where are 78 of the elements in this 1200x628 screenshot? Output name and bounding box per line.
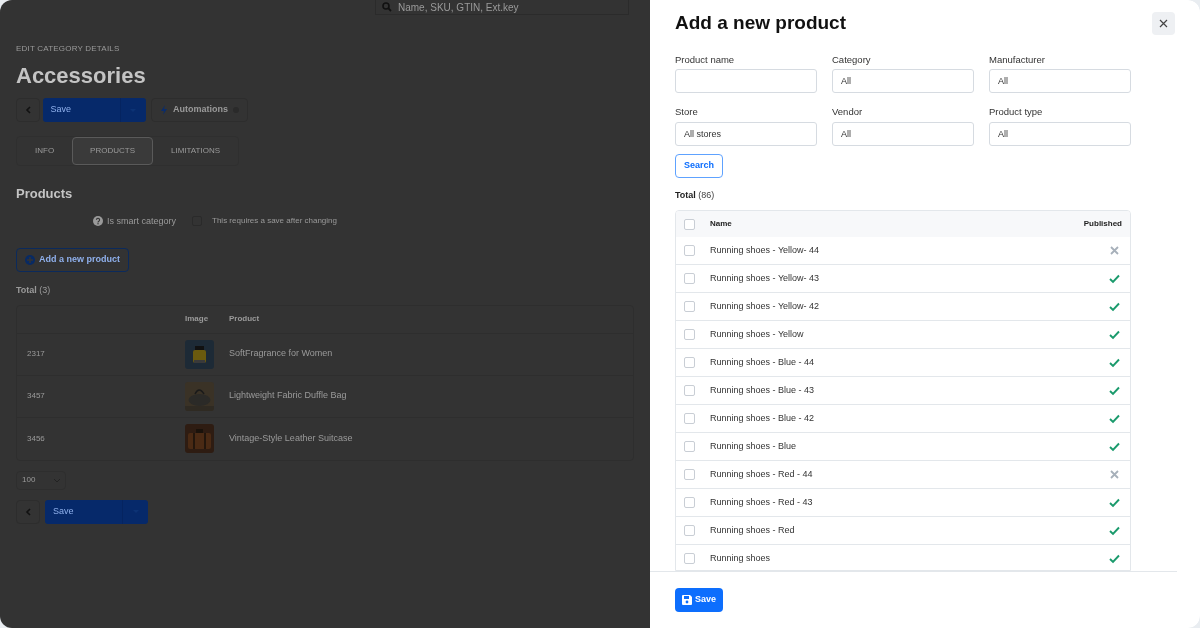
- row-checkbox[interactable]: [684, 441, 695, 452]
- table-cell-text: Running shoes - Blue: [710, 439, 798, 453]
- save-button[interactable]: Save: [42, 98, 146, 122]
- search-field[interactable]: Name, SKU, GTIN, Ext.key: [375, 0, 629, 15]
- row-checkbox[interactable]: [684, 273, 695, 284]
- total-count: (3): [39, 284, 51, 297]
- total-label: Total: [675, 188, 696, 202]
- table-cell-text: Running shoes - Yellow- 42: [710, 299, 821, 313]
- row-checkbox[interactable]: [684, 357, 695, 368]
- page-size-select[interactable]: 100: [16, 470, 66, 490]
- field-label: Store: [675, 105, 699, 120]
- input-field[interactable]: All: [989, 69, 1131, 94]
- row-checkbox[interactable]: [684, 469, 695, 480]
- save-button[interactable]: Save: [45, 499, 148, 524]
- row-checkbox[interactable]: [684, 301, 695, 312]
- table-cell-text: Running shoes - Blue - 43: [710, 383, 816, 397]
- table-cell-text: Running shoes - Blue - 42: [710, 411, 816, 425]
- add-product-button[interactable]: Add a new product: [16, 248, 129, 272]
- chevron-left-icon: [24, 507, 32, 516]
- table-cell: Lightweight Fabric Duffle Bag: [229, 389, 347, 403]
- table-cell-text: 3456: [26, 432, 46, 445]
- breadcrumb: EDIT CATEGORY DETAILS: [16, 43, 121, 55]
- page-title: Accessories: [16, 62, 147, 90]
- table-cell-text: Running shoes - Yellow: [710, 327, 805, 341]
- input-field[interactable]: All: [832, 69, 974, 94]
- close-icon: [1159, 19, 1168, 28]
- table-cell-text: Running shoes - Yellow- 44: [710, 243, 821, 257]
- table-cell-text: 2317: [26, 348, 46, 360]
- column-header: Published: [1083, 218, 1122, 230]
- back-button[interactable]: [16, 499, 40, 524]
- row-checkbox[interactable]: [684, 525, 695, 536]
- table-cell-text: Vintage-Style Leather Suitcase: [229, 431, 353, 445]
- input-field[interactable]: All stores: [675, 121, 817, 146]
- input-field[interactable]: All: [832, 121, 974, 146]
- row-checkbox[interactable]: [684, 329, 695, 340]
- search-button[interactable]: Search: [675, 153, 724, 178]
- table-cell-text: Running shoes - Yellow- 43: [710, 271, 821, 285]
- table-cell-text: Running shoes - Red - 43: [710, 495, 814, 509]
- section-title: Products: [16, 185, 74, 203]
- total-label: Total: [16, 284, 37, 297]
- table-cell-text: Running shoes - Blue - 44: [710, 355, 816, 369]
- plus-circle-icon: [25, 255, 35, 265]
- table-cell-text: Running shoes: [710, 551, 772, 565]
- close-button[interactable]: [1152, 12, 1175, 35]
- row-checkbox[interactable]: [684, 497, 695, 508]
- input-field[interactable]: [675, 69, 817, 94]
- chevron-left-icon: [24, 106, 32, 114]
- field-label: Product name: [675, 53, 736, 67]
- column-header: Name: [710, 218, 733, 230]
- row-checkbox[interactable]: [684, 553, 695, 564]
- table-cell: SoftFragrance for Women: [229, 347, 333, 361]
- field-label: Product type: [989, 105, 1044, 120]
- field-label: Manufacturer: [989, 53, 1046, 67]
- panel-title: Add a new product: [675, 12, 846, 35]
- back-button[interactable]: [16, 98, 40, 122]
- tab[interactable]: PRODUCTS: [72, 137, 153, 165]
- save-button[interactable]: Save: [675, 588, 724, 612]
- column-header: Image: [185, 313, 210, 325]
- table-cell-text: Running shoes - Red: [710, 523, 796, 537]
- field-label: Category: [832, 53, 872, 67]
- search-icon: [382, 2, 392, 12]
- tab[interactable]: INFO: [17, 137, 73, 165]
- tab[interactable]: LIMITATIONS: [153, 137, 239, 165]
- table-cell-text: Running shoes - Red - 44: [710, 467, 814, 481]
- field-label: Is smart category: [107, 214, 177, 228]
- column-header: Product: [229, 313, 260, 325]
- row-checkbox[interactable]: [684, 413, 695, 424]
- select-all-checkbox[interactable]: [684, 218, 695, 230]
- input-field[interactable]: All: [989, 121, 1131, 146]
- lightning-icon: [160, 105, 168, 115]
- hint-text: This requires a save after changing: [212, 215, 337, 228]
- field-label: Vendor: [832, 105, 864, 120]
- row-checkbox[interactable]: [684, 245, 695, 256]
- row-checkbox[interactable]: [684, 385, 695, 396]
- total-count: (86): [698, 188, 715, 202]
- automations-button[interactable]: Automations: [151, 98, 248, 122]
- table-cell-text: 3457: [26, 390, 46, 402]
- help-icon: [93, 216, 103, 227]
